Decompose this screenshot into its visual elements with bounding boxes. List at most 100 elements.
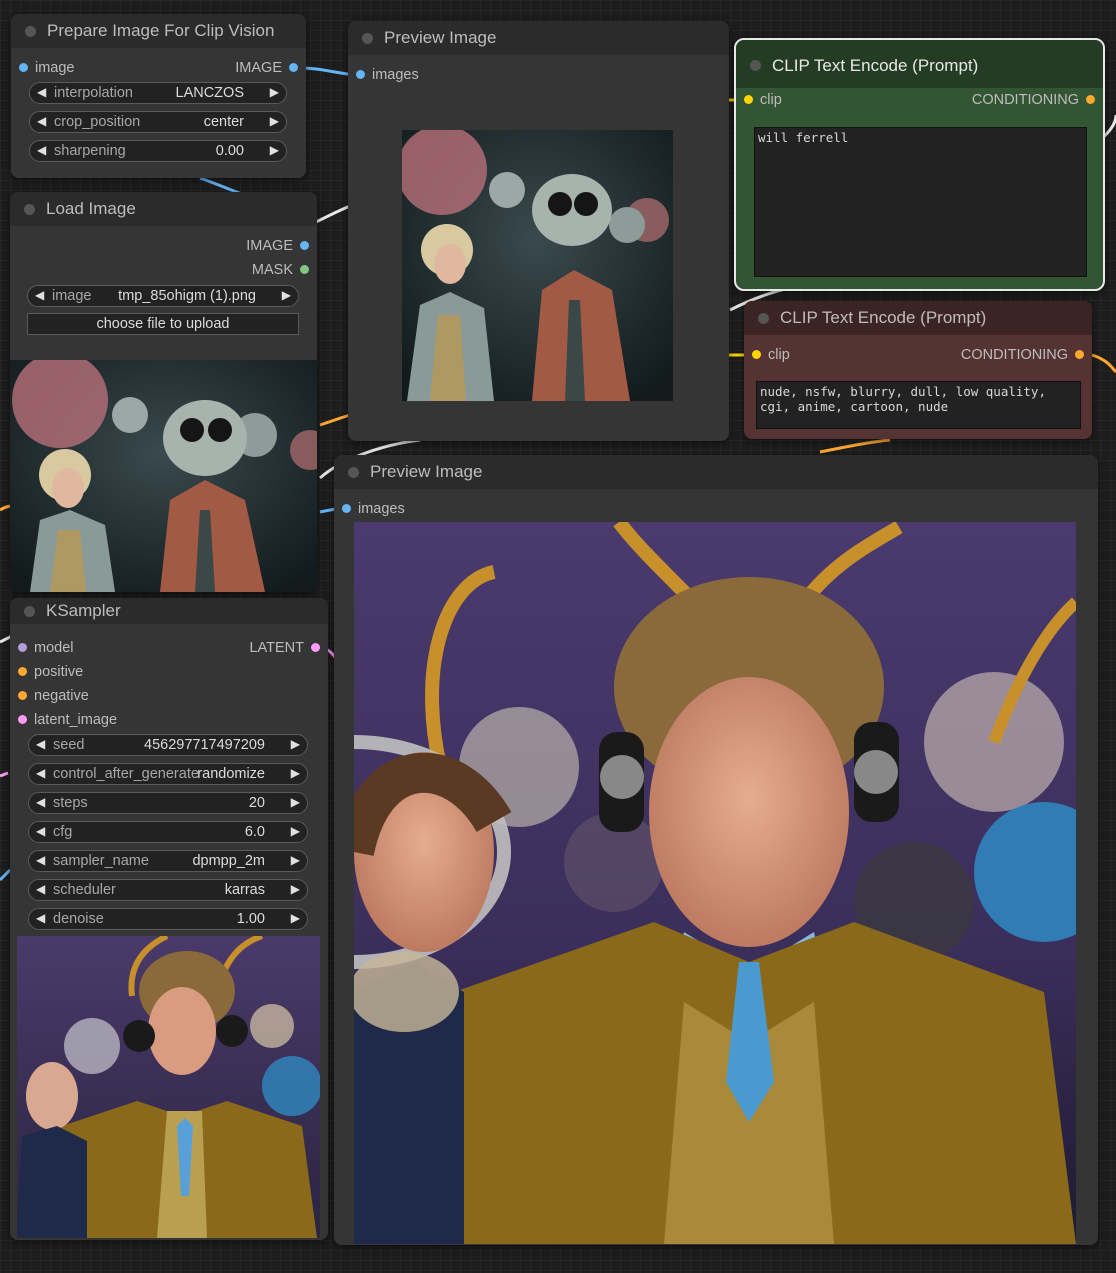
increment-arrow-icon[interactable]: ▶ <box>291 795 300 809</box>
increment-arrow-icon[interactable]: ▶ <box>270 143 279 157</box>
increment-arrow-icon[interactable]: ▶ <box>291 766 300 780</box>
node-title-bar[interactable]: CLIP Text Encode (Prompt) <box>744 301 1092 335</box>
increment-arrow-icon[interactable]: ▶ <box>270 85 279 99</box>
increment-arrow-icon[interactable]: ▶ <box>291 737 300 751</box>
negative-prompt-textarea[interactable]: nude, nsfw, blurry, dull, low quality, c… <box>756 381 1081 429</box>
prepare-image-node[interactable]: Prepare Image For Clip Vision image IMAG… <box>11 14 306 178</box>
node-title-bar[interactable]: CLIP Text Encode (Prompt) <box>736 40 1103 88</box>
scheduler-combo[interactable]: ◀ scheduler karras ▶ <box>28 879 308 901</box>
node-title: Load Image <box>46 199 136 218</box>
wire-image-blue <box>299 66 356 77</box>
collapse-dot-icon[interactable] <box>362 33 373 44</box>
image-file-combo[interactable]: ◀ image tmp_85ohigm (1).png ▶ <box>27 285 299 307</box>
input-label-model: model <box>34 640 74 656</box>
increment-arrow-icon[interactable]: ▶ <box>291 853 300 867</box>
node-title: Preview Image <box>384 28 497 47</box>
sampler-name-combo[interactable]: ◀ sampler_name dpmpp_2m ▶ <box>28 850 308 872</box>
wire-orange-4 <box>0 504 11 512</box>
loaded-image-thumbnail <box>10 360 317 592</box>
input-label-negative: negative <box>34 688 89 704</box>
output-label-image: IMAGE <box>246 238 293 254</box>
latent-output-port[interactable] <box>311 643 320 652</box>
node-title-bar[interactable]: Prepare Image For Clip Vision <box>11 14 306 48</box>
decrement-arrow-icon[interactable]: ◀ <box>35 288 44 302</box>
increment-arrow-icon[interactable]: ▶ <box>270 114 279 128</box>
input-label-positive: positive <box>34 664 84 680</box>
collapse-dot-icon[interactable] <box>758 313 769 324</box>
node-title: Preview Image <box>370 462 483 481</box>
decrement-arrow-icon[interactable]: ◀ <box>36 766 45 780</box>
negative-input-port[interactable] <box>18 691 27 700</box>
increment-arrow-icon[interactable]: ▶ <box>291 882 300 896</box>
node-title-bar[interactable]: Load Image <box>10 192 317 226</box>
clip-input-port[interactable] <box>752 350 761 359</box>
wire-orange-3 <box>1091 353 1116 374</box>
decrement-arrow-icon[interactable]: ◀ <box>37 85 46 99</box>
positive-input-port[interactable] <box>18 667 27 676</box>
decrement-arrow-icon[interactable]: ◀ <box>37 114 46 128</box>
clip-input-port[interactable] <box>744 95 753 104</box>
model-input-port[interactable] <box>18 643 27 652</box>
collapse-dot-icon[interactable] <box>24 606 35 617</box>
collapse-dot-icon[interactable] <box>750 60 761 71</box>
node-title: Prepare Image For Clip Vision <box>47 21 275 40</box>
input-label-clip: clip <box>760 92 782 108</box>
mask-output-port[interactable] <box>300 265 309 274</box>
output-label-latent: LATENT <box>249 640 304 656</box>
increment-arrow-icon[interactable]: ▶ <box>291 824 300 838</box>
collapse-dot-icon[interactable] <box>24 204 35 215</box>
interpolation-combo[interactable]: ◀ interpolation LANCZOS ▶ <box>29 82 287 104</box>
wire-orange-2 <box>819 438 891 454</box>
conditioning-output-port[interactable] <box>1086 95 1095 104</box>
control-after-generate-combo[interactable]: ◀ control_after_generate randomize ▶ <box>28 763 308 785</box>
wire-pink-2 <box>0 771 9 778</box>
image-output-port[interactable] <box>289 63 298 72</box>
load-image-node[interactable]: Load Image IMAGE MASK ◀ image tmp_85ohig… <box>10 192 317 592</box>
increment-arrow-icon[interactable]: ▶ <box>282 288 291 302</box>
collapse-dot-icon[interactable] <box>348 467 359 478</box>
wire-blue-4 <box>0 868 12 882</box>
node-title-bar[interactable]: Preview Image <box>334 455 1098 489</box>
images-input-port[interactable] <box>342 504 351 513</box>
collapse-dot-icon[interactable] <box>25 26 36 37</box>
input-label-images: images <box>358 501 405 517</box>
output-label-conditioning: CONDITIONING <box>960 347 1068 363</box>
seed-number[interactable]: ◀ seed 456297717497209 ▶ <box>28 734 308 756</box>
output-label-image: IMAGE <box>235 60 282 76</box>
decrement-arrow-icon[interactable]: ◀ <box>36 824 45 838</box>
clip-text-encode-positive-node[interactable]: CLIP Text Encode (Prompt) clip CONDITION… <box>734 38 1105 291</box>
input-label-images: images <box>372 67 419 83</box>
output-label-conditioning: CONDITIONING <box>971 92 1079 108</box>
ksampler-node[interactable]: KSampler model LATENT positive negative … <box>10 598 328 1240</box>
crop-position-combo[interactable]: ◀ crop_position center ▶ <box>29 111 287 133</box>
decrement-arrow-icon[interactable]: ◀ <box>36 911 45 925</box>
node-title-bar[interactable]: Preview Image <box>348 21 729 55</box>
denoise-number[interactable]: ◀ denoise 1.00 ▶ <box>28 908 308 930</box>
decrement-arrow-icon[interactable]: ◀ <box>37 143 46 157</box>
cfg-number[interactable]: ◀ cfg 6.0 ▶ <box>28 821 308 843</box>
decrement-arrow-icon[interactable]: ◀ <box>36 737 45 751</box>
increment-arrow-icon[interactable]: ▶ <box>291 911 300 925</box>
positive-prompt-textarea[interactable]: will ferrell <box>754 127 1087 277</box>
decrement-arrow-icon[interactable]: ◀ <box>36 795 45 809</box>
preview-image-node-1[interactable]: Preview Image images <box>348 21 729 441</box>
conditioning-output-port[interactable] <box>1075 350 1084 359</box>
images-input-port[interactable] <box>356 70 365 79</box>
image-input-port[interactable] <box>19 63 28 72</box>
decrement-arrow-icon[interactable]: ◀ <box>36 882 45 896</box>
preview-image-node-2[interactable]: Preview Image images <box>334 455 1098 1245</box>
preview-image-2 <box>354 522 1076 1244</box>
steps-number[interactable]: ◀ steps 20 ▶ <box>28 792 308 814</box>
latent-image-input-port[interactable] <box>18 715 27 724</box>
preview-image-1 <box>402 130 673 401</box>
clip-text-encode-negative-node[interactable]: CLIP Text Encode (Prompt) clip CONDITION… <box>744 301 1092 439</box>
output-label-mask: MASK <box>251 262 293 278</box>
node-title: CLIP Text Encode (Prompt) <box>772 56 979 75</box>
upload-button[interactable]: choose file to upload <box>27 313 299 335</box>
input-label-latent-image: latent_image <box>34 712 118 728</box>
node-title-bar[interactable]: KSampler <box>10 598 328 624</box>
decrement-arrow-icon[interactable]: ◀ <box>36 853 45 867</box>
image-output-port[interactable] <box>300 241 309 250</box>
sharpening-number[interactable]: ◀ sharpening 0.00 ▶ <box>29 140 287 162</box>
node-title: KSampler <box>46 601 121 620</box>
